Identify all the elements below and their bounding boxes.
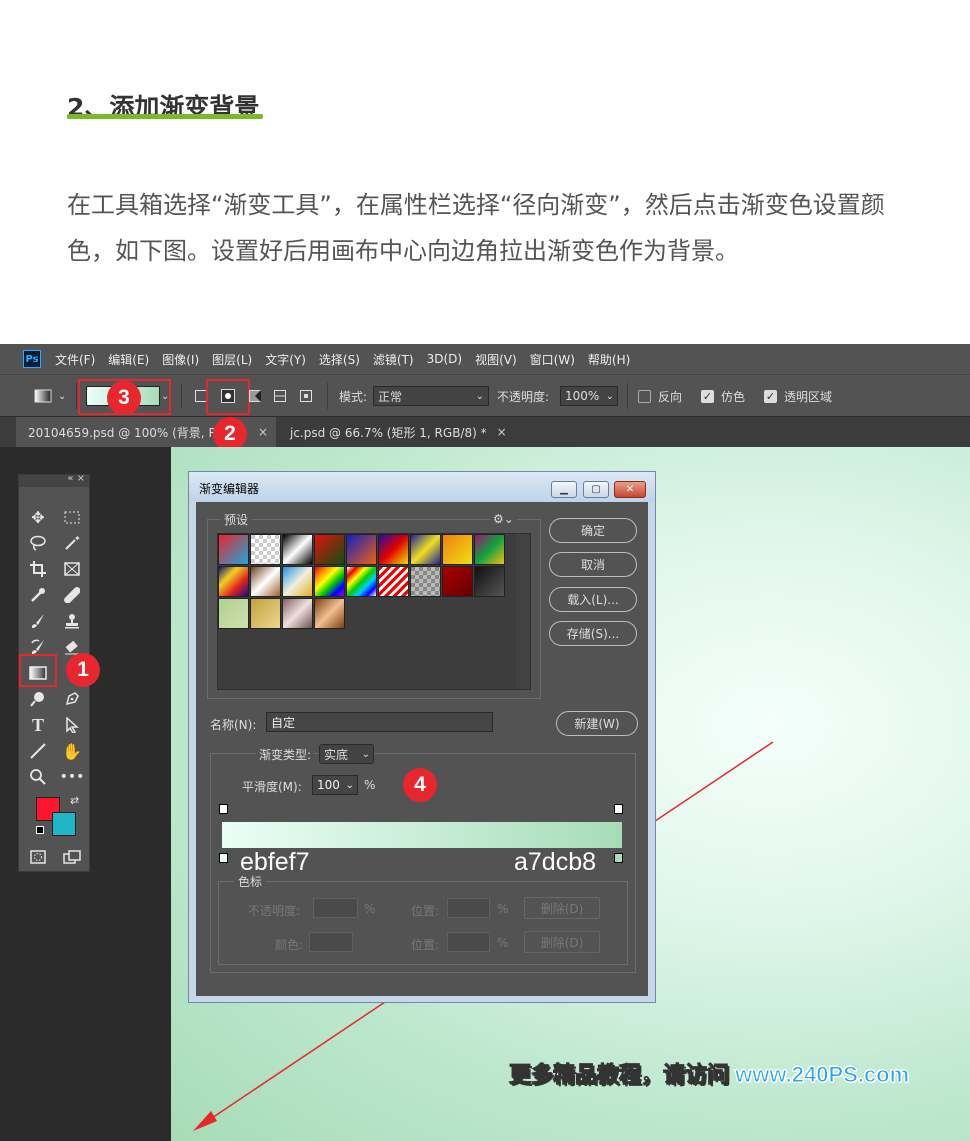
preset-gradient-swatch[interactable] <box>474 566 505 597</box>
stop-color-label: 颜色: <box>275 938 304 952</box>
dialog-title: 渐变编辑器 <box>199 482 260 496</box>
preset-gradient-swatch[interactable] <box>314 598 345 629</box>
preset-gradient-swatch[interactable] <box>314 566 345 597</box>
percent-label: % <box>364 778 376 792</box>
stop-location-label: 位置: <box>411 904 440 918</box>
save-button[interactable]: 存储(S)... <box>549 621 637 646</box>
dialog-titlebar: 渐变编辑器 ▁ ▢ ✕ <box>189 472 655 502</box>
minimize-icon[interactable]: ▁ <box>551 481 577 498</box>
cancel-button[interactable]: 取消 <box>549 552 637 577</box>
preset-gradient-swatch[interactable] <box>282 566 313 597</box>
percent-label: % <box>497 902 509 916</box>
preset-gradient-swatch[interactable] <box>218 566 249 597</box>
preset-gradient-swatch[interactable] <box>378 566 409 597</box>
preset-gradient-swatch[interactable] <box>442 534 473 565</box>
gradient-type-label: 渐变类型: <box>256 746 315 763</box>
new-button[interactable]: 新建(W) <box>556 711 638 736</box>
preset-gradient-swatch[interactable] <box>250 566 281 597</box>
delete-opacity-stop-button[interactable]: 删除(D) <box>524 897 600 919</box>
preset-gradient-swatch[interactable] <box>282 598 313 629</box>
preset-scrollbar[interactable] <box>516 534 530 689</box>
preset-gradient-swatch[interactable] <box>282 534 313 565</box>
preset-gradient-swatch[interactable] <box>346 534 377 565</box>
watermark-text: 更多精品教程，请访问 <box>508 1062 730 1088</box>
gradient-bar[interactable] <box>222 822 622 848</box>
percent-label: % <box>364 902 376 916</box>
smoothness-label: 平滑度(M): <box>242 780 302 794</box>
preset-gradient-swatch[interactable] <box>410 534 441 565</box>
percent-label: % <box>497 936 509 950</box>
chevron-down-icon: ⌄ <box>345 779 354 791</box>
stop-location-label: 位置: <box>411 938 440 952</box>
preset-gradient-swatch[interactable] <box>314 534 345 565</box>
chevron-down-icon: ⌄ <box>361 748 370 760</box>
preset-gradient-swatch[interactable] <box>378 534 409 565</box>
stops-label: 色标 <box>234 873 267 890</box>
gradient-editor-dialog: 渐变编辑器 ▁ ▢ ✕ 预设 ⚙⌄ 确定 取消 载入(L)... 存储(S)..… <box>188 471 656 1003</box>
close-icon[interactable]: ✕ <box>614 481 646 498</box>
preset-gradient-swatch[interactable] <box>346 566 377 597</box>
article-paragraph: 在工具箱选择“渐变工具”，在属性栏选择“径向渐变”，然后点击渐变色设置颜色，如下… <box>67 191 885 265</box>
preset-gradient-swatch[interactable] <box>410 566 441 597</box>
stop-location-input[interactable] <box>447 898 490 918</box>
stop-opacity-input[interactable] <box>313 898 358 918</box>
gear-icon[interactable]: ⚙⌄ <box>490 512 517 526</box>
preset-gradient-swatch[interactable] <box>442 566 473 597</box>
preset-gradient-swatch[interactable] <box>218 534 249 565</box>
name-label: 名称(N): <box>210 718 257 732</box>
end-color-hex: a7dcb8 <box>514 848 597 876</box>
opacity-stop-right[interactable] <box>614 804 623 814</box>
dialog-body: 预设 ⚙⌄ 确定 取消 载入(L)... 存储(S)... 名称(N): 自定 … <box>196 502 648 996</box>
delete-color-stop-button[interactable]: 删除(D) <box>524 931 600 953</box>
color-stop-right[interactable] <box>614 853 623 863</box>
preset-gradient-swatch[interactable] <box>250 598 281 629</box>
ok-button[interactable]: 确定 <box>549 518 637 543</box>
presets-label: 预设 <box>220 511 253 528</box>
load-button[interactable]: 载入(L)... <box>549 587 637 612</box>
preset-gradient-swatch[interactable] <box>218 598 249 629</box>
stop-color-swatch[interactable] <box>309 932 353 952</box>
smoothness-input[interactable]: 100 ⌄ <box>312 775 358 795</box>
watermark: 更多精品教程，请访问 www.240PS.com <box>508 1057 910 1089</box>
watermark-url: www.240PS.com <box>735 1062 910 1088</box>
maximize-icon[interactable]: ▢ <box>583 481 609 498</box>
preset-gradient-swatch[interactable] <box>250 534 281 565</box>
step-badge-4: 4 <box>403 768 437 802</box>
opacity-stop-left[interactable] <box>219 804 228 814</box>
stop-opacity-label: 不透明度: <box>248 904 301 918</box>
preset-gradient-swatch[interactable] <box>474 534 505 565</box>
stop-color-location-input[interactable] <box>447 932 490 952</box>
color-stop-left[interactable] <box>219 853 228 863</box>
name-field[interactable]: 自定 <box>266 712 493 732</box>
gradient-type-select[interactable]: 实底 ⌄ <box>319 744 374 764</box>
title-underline <box>67 114 263 119</box>
